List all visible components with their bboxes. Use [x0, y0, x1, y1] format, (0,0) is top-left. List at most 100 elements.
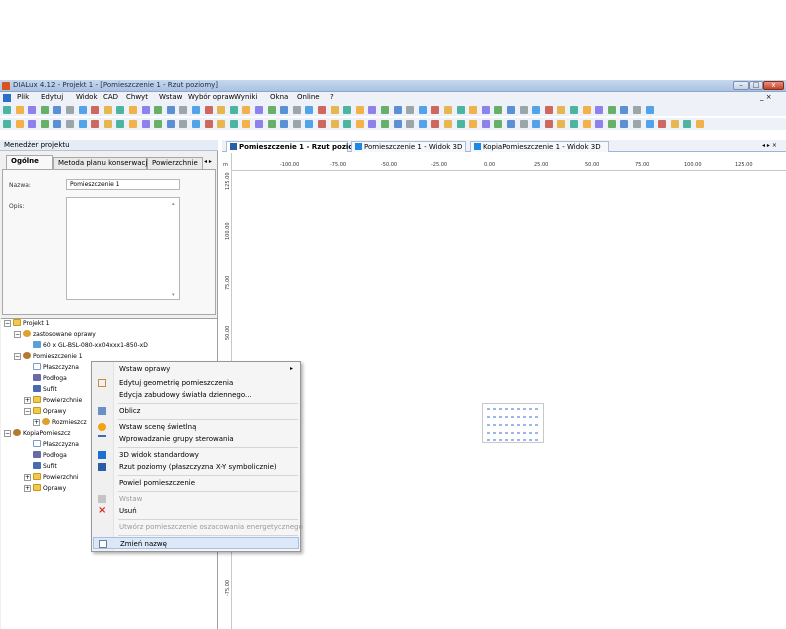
toolbar-button-icon[interactable]	[670, 120, 679, 128]
menu-item-wstaw-scene[interactable]: Wstaw scenę świetlną	[93, 421, 299, 433]
toolbar-button-icon[interactable]	[481, 120, 490, 128]
toolbar-button-icon[interactable]	[557, 106, 566, 114]
tree-item-sufit-2[interactable]: Sufit	[33, 462, 57, 472]
toolbar-button-icon[interactable]	[229, 106, 238, 114]
toolbar-button-icon[interactable]	[292, 120, 301, 128]
toolbar-button-icon[interactable]	[368, 106, 377, 114]
toolbar-button-icon[interactable]	[53, 106, 62, 114]
maximize-button[interactable]: □	[749, 81, 763, 90]
toolbar-button-icon[interactable]	[393, 120, 402, 128]
toolbar-button-icon[interactable]	[154, 106, 163, 114]
name-field[interactable]: Pomieszczenie 1	[66, 179, 180, 190]
toolbar-button-icon[interactable]	[620, 106, 629, 114]
toolbar-button-icon[interactable]	[141, 120, 150, 128]
toolbar-button-icon[interactable]	[557, 120, 566, 128]
menu-item-oszacowanie[interactable]: Utwórz pomieszczenie oszacowania energet…	[93, 521, 303, 533]
toolbar-button-icon[interactable]	[91, 106, 100, 114]
menu-wybor-opraw[interactable]: Wybór opraw	[188, 93, 234, 101]
toolbar-button-icon[interactable]	[53, 120, 62, 128]
toolbar-button-icon[interactable]	[343, 120, 352, 128]
toolbar-button-icon[interactable]	[393, 106, 402, 114]
close-button[interactable]: x	[763, 81, 784, 90]
toolbar-button-icon[interactable]	[204, 120, 213, 128]
toolbar-button-icon[interactable]	[66, 120, 74, 128]
toolbar-button-icon[interactable]	[330, 120, 339, 128]
toolbar-button-icon[interactable]	[305, 120, 314, 128]
toolbar-button-icon[interactable]	[595, 106, 604, 114]
description-field[interactable]	[66, 197, 180, 300]
toolbar-button-icon[interactable]	[519, 120, 528, 128]
menu-widok[interactable]: Widok	[76, 93, 98, 101]
tree-item-plaszczyzna[interactable]: Płaszczyzna	[33, 363, 79, 373]
menu-help[interactable]: ?	[330, 93, 334, 101]
toolbar-button-icon[interactable]	[607, 120, 616, 128]
toolbar-button-icon[interactable]	[570, 106, 578, 114]
toolbar-button-icon[interactable]	[431, 106, 440, 114]
toolbar-button-icon[interactable]	[217, 106, 226, 114]
toolbar-button-icon[interactable]	[469, 106, 478, 114]
toolbar-button-icon[interactable]	[242, 120, 251, 128]
menu-item-oblicz[interactable]: Oblicz	[93, 405, 299, 417]
toolbar-button-icon[interactable]	[166, 106, 175, 114]
toolbar-button-icon[interactable]	[255, 120, 263, 128]
toolbar-button-icon[interactable]	[683, 120, 692, 128]
tree-item-plaszczyzna-2[interactable]: Płaszczyzna	[33, 440, 79, 450]
menu-item-edycja-zabudowy[interactable]: Edycja zabudowy światła dziennego...	[93, 389, 299, 401]
menu-chwyt[interactable]: Chwyt	[126, 93, 148, 101]
tree-item-rozmieszczenie[interactable]: + Rozmieszcz	[33, 418, 87, 428]
toolbar-button-icon[interactable]	[3, 106, 11, 114]
toolbar-button-icon[interactable]	[116, 120, 125, 128]
toolbar-button-icon[interactable]	[280, 120, 289, 128]
menu-item-grupa-sterowania[interactable]: Wprowadzanie grupy sterowania	[93, 433, 299, 445]
description-scroll-up-icon[interactable]: ▴	[172, 201, 175, 207]
toolbar-button-icon[interactable]	[406, 106, 415, 114]
menu-item-zmien-nazwe[interactable]: Zmień nazwę	[93, 537, 299, 549]
tab-scroll-arrows[interactable]: ◂ ▸	[204, 158, 212, 165]
toolbar-button-icon[interactable]	[40, 106, 49, 114]
tree-item-pomieszczenie-1[interactable]: − Pomieszczenie 1	[14, 352, 83, 362]
toolbar-button-icon[interactable]	[595, 120, 604, 128]
description-scroll-down-icon[interactable]: ▾	[172, 292, 175, 298]
toolbar-button-icon[interactable]	[15, 106, 24, 114]
toolbar-button-icon[interactable]	[519, 106, 528, 114]
toolbar-button-icon[interactable]	[318, 120, 326, 128]
toolbar-button-icon[interactable]	[620, 120, 629, 128]
tab-navigation-controls[interactable]: ◂ ▸ ×	[762, 142, 777, 149]
toolbar-button-icon[interactable]	[343, 106, 352, 114]
toolbar-button-icon[interactable]	[217, 120, 226, 128]
tab-powierzchnie[interactable]: Powierzchnie	[147, 157, 203, 169]
toolbar-button-icon[interactable]	[40, 120, 49, 128]
menu-okna[interactable]: Okna	[270, 93, 288, 101]
tree-item-podloga-2[interactable]: Podłoga	[33, 451, 67, 461]
tree-item-projekt[interactable]: − Projekt 1	[4, 319, 49, 329]
toolbar-button-icon[interactable]	[456, 120, 465, 128]
menu-item-usun[interactable]: × Usuń	[93, 505, 299, 517]
toolbar-button-icon[interactable]	[3, 120, 11, 128]
toolbar-button-icon[interactable]	[532, 120, 541, 128]
minimize-button[interactable]: –	[733, 81, 749, 90]
menu-item-rzut-poziomy[interactable]: Rzut poziomy (płaszczyzna X-Y symboliczn…	[93, 461, 299, 473]
toolbar-button-icon[interactable]	[292, 106, 301, 114]
toolbar-button-icon[interactable]	[645, 120, 654, 128]
tab-widok-3d[interactable]: Pomieszczenie 1 - Widok 3D	[351, 141, 466, 152]
toolbar-button-icon[interactable]	[154, 120, 163, 128]
toolbar-button-icon[interactable]	[355, 106, 364, 114]
tree-item-kopia-pomieszczenie[interactable]: − KopiaPomieszcz	[4, 429, 70, 439]
menu-item-3d-widok[interactable]: 3D widok standardowy	[93, 449, 299, 461]
toolbar-button-icon[interactable]	[166, 120, 175, 128]
toolbar-button-icon[interactable]	[507, 106, 515, 114]
toolbar-button-icon[interactable]	[267, 106, 276, 114]
toolbar-button-icon[interactable]	[229, 120, 238, 128]
menu-wyniki[interactable]: Wyniki	[234, 93, 257, 101]
toolbar-button-icon[interactable]	[444, 120, 452, 128]
toolbar-button-icon[interactable]	[129, 120, 137, 128]
toolbar-button-icon[interactable]	[192, 120, 200, 128]
toolbar-button-icon[interactable]	[418, 106, 427, 114]
tab-rzut-poziomy[interactable]: Pomieszczenie 1 - Rzut poziomy	[226, 141, 365, 152]
menu-item-edytuj-geometrie[interactable]: Edytuj geometrię pomieszczenia	[93, 377, 299, 389]
toolbar-button-icon[interactable]	[91, 120, 100, 128]
toolbar-button-icon[interactable]	[280, 106, 289, 114]
toolbar-button-icon[interactable]	[469, 120, 478, 128]
toolbar-button-icon[interactable]	[532, 106, 541, 114]
toolbar-button-icon[interactable]	[129, 106, 137, 114]
